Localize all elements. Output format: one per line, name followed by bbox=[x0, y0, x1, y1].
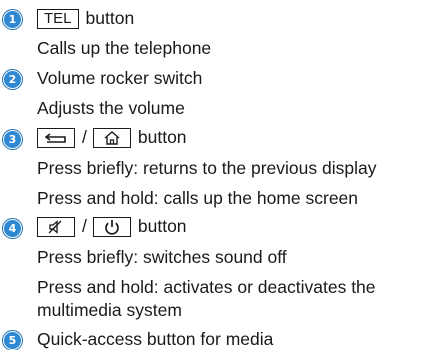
mute-key bbox=[37, 216, 75, 237]
home-key bbox=[92, 127, 131, 148]
item-description-line: Press briefly: returns to the previous d… bbox=[37, 158, 377, 178]
item-title-row: / button bbox=[37, 127, 187, 148]
item-title: button bbox=[137, 216, 187, 236]
item-number-badge: 5 bbox=[3, 331, 22, 350]
home-icon bbox=[104, 130, 120, 145]
item-title: Volume rocker switch bbox=[37, 68, 203, 88]
item-number-badge: 3 bbox=[3, 130, 22, 149]
tel-key: TEL bbox=[37, 8, 79, 29]
back-key bbox=[37, 127, 75, 148]
item-description-line: multimedia system bbox=[37, 300, 182, 320]
key-separator: / bbox=[82, 216, 87, 236]
item-title: button bbox=[137, 127, 187, 147]
item-description-line: Press briefly: switches sound off bbox=[37, 247, 287, 267]
power-icon bbox=[105, 219, 119, 235]
item-title-row: / button bbox=[37, 216, 187, 237]
back-icon bbox=[44, 132, 66, 143]
mute-icon bbox=[48, 219, 62, 234]
power-key bbox=[92, 216, 131, 237]
key-separator: / bbox=[82, 127, 87, 147]
item-number-badge: 1 bbox=[3, 10, 22, 29]
item-number-badge: 4 bbox=[3, 219, 22, 238]
item-description-line: Press and hold: calls up the home screen bbox=[37, 188, 359, 208]
item-title: Quick-access button for media bbox=[37, 329, 274, 349]
item-title-row: TEL button bbox=[37, 8, 134, 29]
item-description-line: Press and hold: activates or deactivates… bbox=[37, 277, 376, 297]
item-title: button bbox=[85, 8, 135, 28]
item-description: Adjusts the volume bbox=[37, 98, 185, 118]
item-description: Calls up the telephone bbox=[37, 38, 212, 58]
item-number-badge: 2 bbox=[3, 70, 22, 89]
